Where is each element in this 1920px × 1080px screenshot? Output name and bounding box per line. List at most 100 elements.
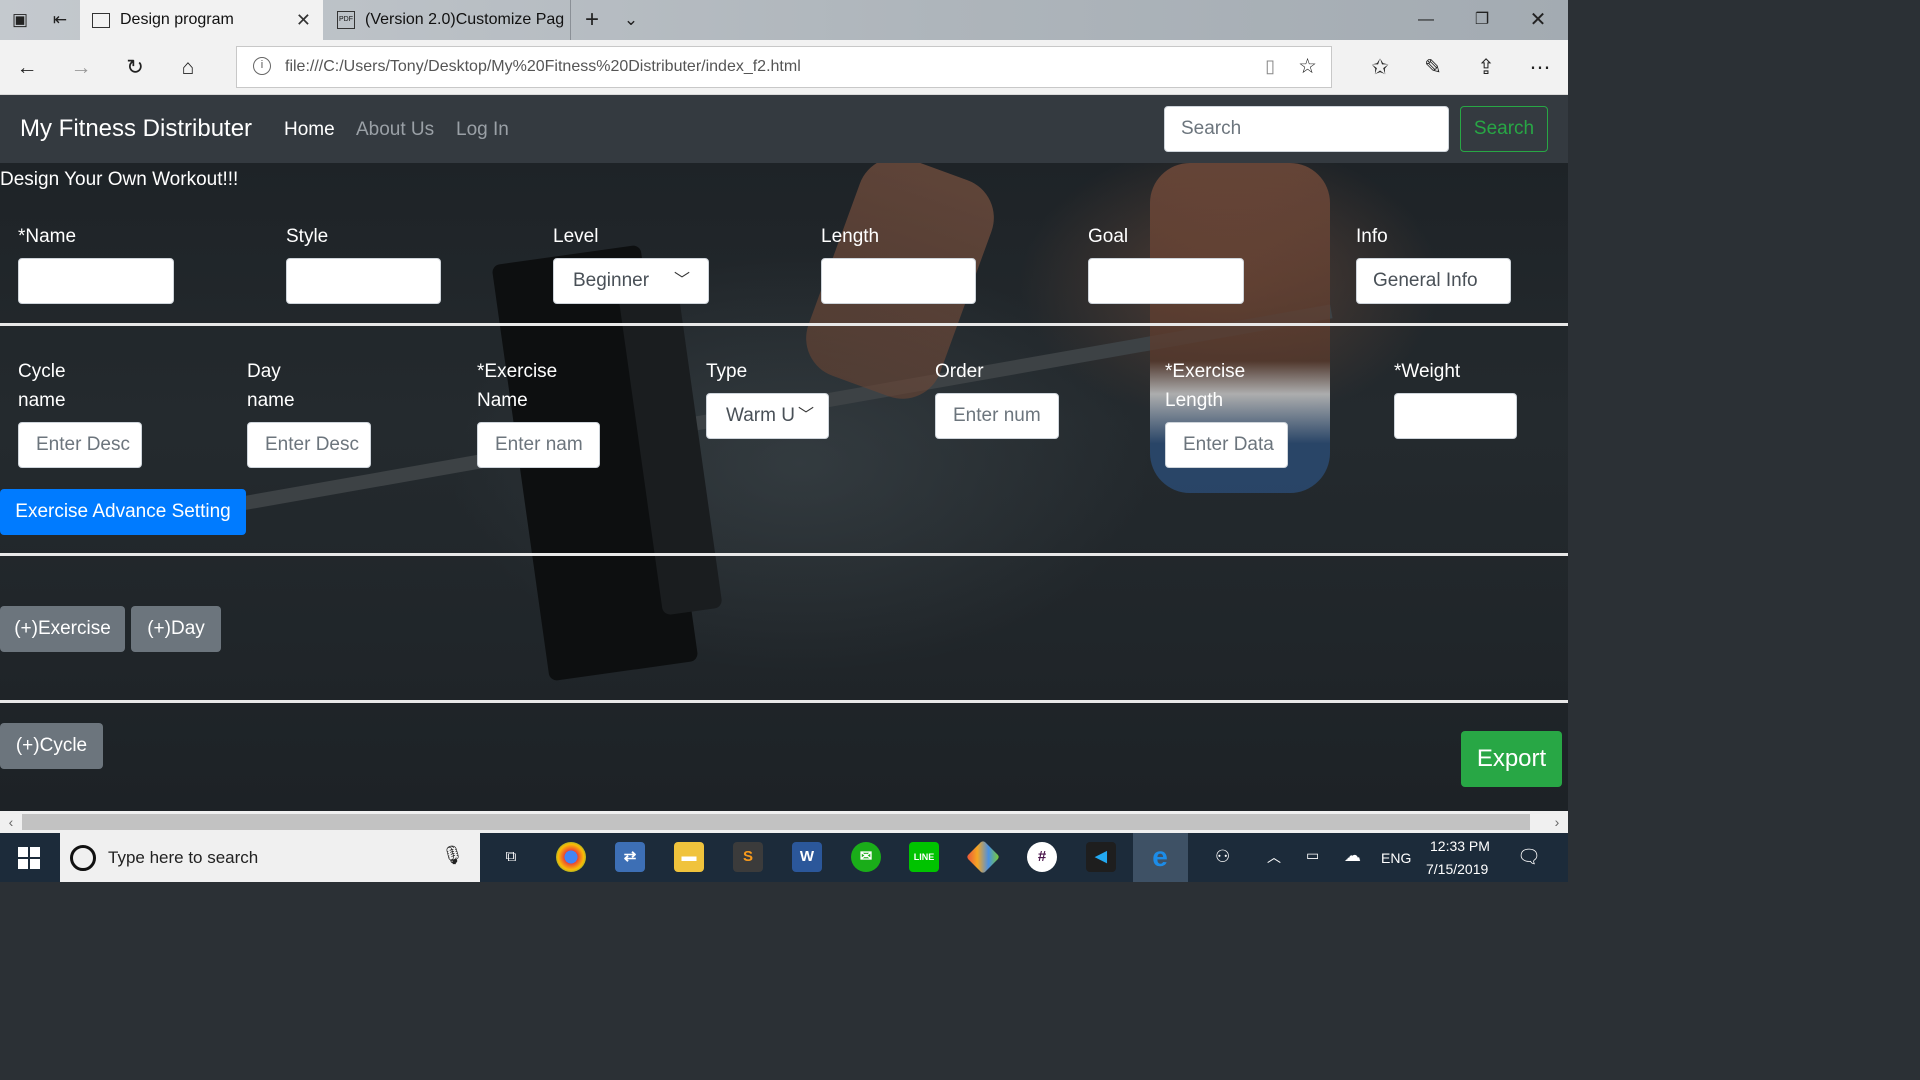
- url-text: file:///C:/Users/Tony/Desktop/My%20Fitne…: [285, 58, 801, 75]
- tab-manager-icon[interactable]: ▣: [9, 9, 31, 31]
- exercise-advance-setting-button[interactable]: Exercise Advance Setting: [0, 489, 246, 535]
- site-navbar: My Fitness Distributer Home About Us Log…: [0, 95, 1568, 163]
- more-icon[interactable]: ⋯: [1525, 53, 1555, 83]
- battery-icon[interactable]: ▭: [1306, 847, 1319, 864]
- forward-icon[interactable]: →: [66, 53, 96, 83]
- chevron-down-icon: ﹀: [797, 407, 814, 424]
- task-view-icon[interactable]: ⧉: [496, 842, 526, 872]
- page-icon: [92, 12, 110, 28]
- set-tabs-aside-icon[interactable]: ⇤: [49, 9, 71, 31]
- close-tab-icon[interactable]: ✕: [296, 10, 311, 31]
- nav-home-link[interactable]: Home: [284, 119, 335, 141]
- restore-icon[interactable]: ❐: [1454, 0, 1510, 40]
- people-icon[interactable]: ⚇: [1215, 847, 1230, 867]
- search-button[interactable]: Search: [1460, 106, 1548, 152]
- tab-design-program[interactable]: Design program ✕: [80, 0, 323, 40]
- name-label: *Name: [18, 226, 77, 247]
- new-tab-icon[interactable]: +: [581, 8, 603, 32]
- edge-taskbar-slot[interactable]: e: [1133, 833, 1188, 882]
- taskbar-search-text: Type here to search: [108, 848, 259, 867]
- background-photo: [0, 145, 1568, 811]
- edge-icon: e: [1152, 841, 1168, 872]
- nav-about-link[interactable]: About Us: [356, 119, 434, 141]
- chrome-icon[interactable]: [556, 842, 586, 872]
- weight-input[interactable]: [1394, 393, 1517, 439]
- microphone-icon[interactable]: 🎙: [441, 845, 464, 866]
- scroll-thumb[interactable]: [22, 814, 1530, 830]
- length-label: Length: [821, 226, 880, 247]
- level-value: Beginner: [573, 270, 650, 291]
- tab-title: (Version 2.0)Customize Pag: [365, 11, 565, 28]
- clock-date[interactable]: 7/15/2019: [1426, 861, 1488, 877]
- type-select[interactable]: Warm U ﹀: [706, 393, 829, 439]
- network-app-icon[interactable]: ⇄: [615, 842, 645, 872]
- share-icon[interactable]: ⇪: [1471, 53, 1501, 83]
- tab-title: Design program: [120, 11, 234, 28]
- export-button[interactable]: Export: [1461, 731, 1562, 787]
- file-explorer-icon[interactable]: ▬: [674, 842, 704, 872]
- chevron-down-icon[interactable]: ⌄: [620, 9, 642, 31]
- slack-icon[interactable]: #: [1027, 842, 1057, 872]
- vscode-icon[interactable]: ◀: [1086, 842, 1116, 872]
- close-window-icon[interactable]: ✕: [1510, 0, 1566, 40]
- nav-login-link[interactable]: Log In: [456, 119, 509, 141]
- day-name-input[interactable]: Enter Desc: [247, 422, 371, 468]
- pdf-icon: PDF: [337, 11, 355, 29]
- cortana-icon: [70, 845, 96, 871]
- windows-taskbar: Type here to search 🎙 ⧉ ⇄ ▬ S W ✉ LINE #…: [0, 833, 1568, 882]
- scroll-right-icon[interactable]: ›: [1546, 811, 1568, 833]
- minimize-icon[interactable]: —: [1398, 0, 1454, 40]
- exercise-name-input[interactable]: Enter nam: [477, 422, 600, 468]
- address-bar[interactable]: i file:///C:/Users/Tony/Desktop/My%20Fit…: [236, 46, 1332, 88]
- cycle-name-label: Cycle name: [18, 361, 66, 411]
- chevron-up-icon[interactable]: ︿: [1267, 847, 1281, 867]
- reading-view-icon[interactable]: ▯: [1265, 56, 1275, 77]
- scroll-left-icon[interactable]: ‹: [0, 811, 22, 833]
- name-input[interactable]: [18, 258, 174, 304]
- day-name-label: Day name: [247, 361, 295, 411]
- info-input[interactable]: General Info: [1356, 258, 1511, 304]
- info-icon[interactable]: i: [253, 57, 271, 75]
- length-input[interactable]: [821, 258, 976, 304]
- notification-icon[interactable]: 🗨: [1517, 845, 1541, 869]
- word-icon[interactable]: W: [792, 842, 822, 872]
- add-exercise-button[interactable]: (+)Exercise: [0, 606, 125, 652]
- divider: [0, 700, 1568, 703]
- git-app-icon[interactable]: [966, 840, 1000, 874]
- favorite-star-icon[interactable]: ☆: [1298, 54, 1317, 79]
- page-heading: Design Your Own Workout!!!: [0, 169, 239, 190]
- search-input[interactable]: Search: [1164, 106, 1449, 152]
- add-day-button[interactable]: (+)Day: [131, 606, 221, 652]
- line-icon[interactable]: LINE: [909, 842, 939, 872]
- horizontal-scrollbar[interactable]: ‹ ›: [0, 811, 1568, 833]
- tab-customize-page[interactable]: PDF (Version 2.0)Customize Pag: [325, 0, 571, 40]
- exercise-name-label: *Exercise Name: [477, 361, 558, 411]
- windows-start-icon[interactable]: [18, 847, 40, 869]
- divider: [0, 323, 1568, 326]
- pen-icon[interactable]: ✎: [1418, 53, 1448, 83]
- back-icon[interactable]: ←: [12, 53, 42, 83]
- type-label: Type: [706, 361, 748, 382]
- level-select[interactable]: Beginner ﹀: [553, 258, 709, 304]
- home-icon[interactable]: ⌂: [173, 53, 203, 83]
- cycle-name-input[interactable]: Enter Desc: [18, 422, 142, 468]
- wechat-icon[interactable]: ✉: [851, 842, 881, 872]
- sublime-text-icon[interactable]: S: [733, 842, 763, 872]
- site-brand[interactable]: My Fitness Distributer: [20, 115, 252, 143]
- add-cycle-button[interactable]: (+)Cycle: [0, 723, 103, 769]
- style-input[interactable]: [286, 258, 441, 304]
- exercise-length-label: *Exercise Length: [1165, 361, 1246, 411]
- info-label: Info: [1356, 226, 1388, 247]
- onedrive-icon[interactable]: ☁: [1344, 846, 1361, 866]
- taskbar-search-box[interactable]: Type here to search 🎙: [60, 833, 480, 882]
- order-input[interactable]: Enter num: [935, 393, 1059, 439]
- browser-tab-bar: ▣ ⇤ Design program ✕ PDF (Version 2.0)Cu…: [0, 0, 1568, 40]
- refresh-icon[interactable]: ↻: [120, 53, 150, 83]
- language-indicator[interactable]: ENG: [1381, 850, 1411, 866]
- level-label: Level: [553, 226, 599, 247]
- clock-time[interactable]: 12:33 PM: [1430, 838, 1490, 854]
- goal-input[interactable]: [1088, 258, 1244, 304]
- style-label: Style: [286, 226, 329, 247]
- exercise-length-input[interactable]: Enter Data: [1165, 422, 1288, 468]
- favorites-icon[interactable]: ✩: [1365, 53, 1395, 83]
